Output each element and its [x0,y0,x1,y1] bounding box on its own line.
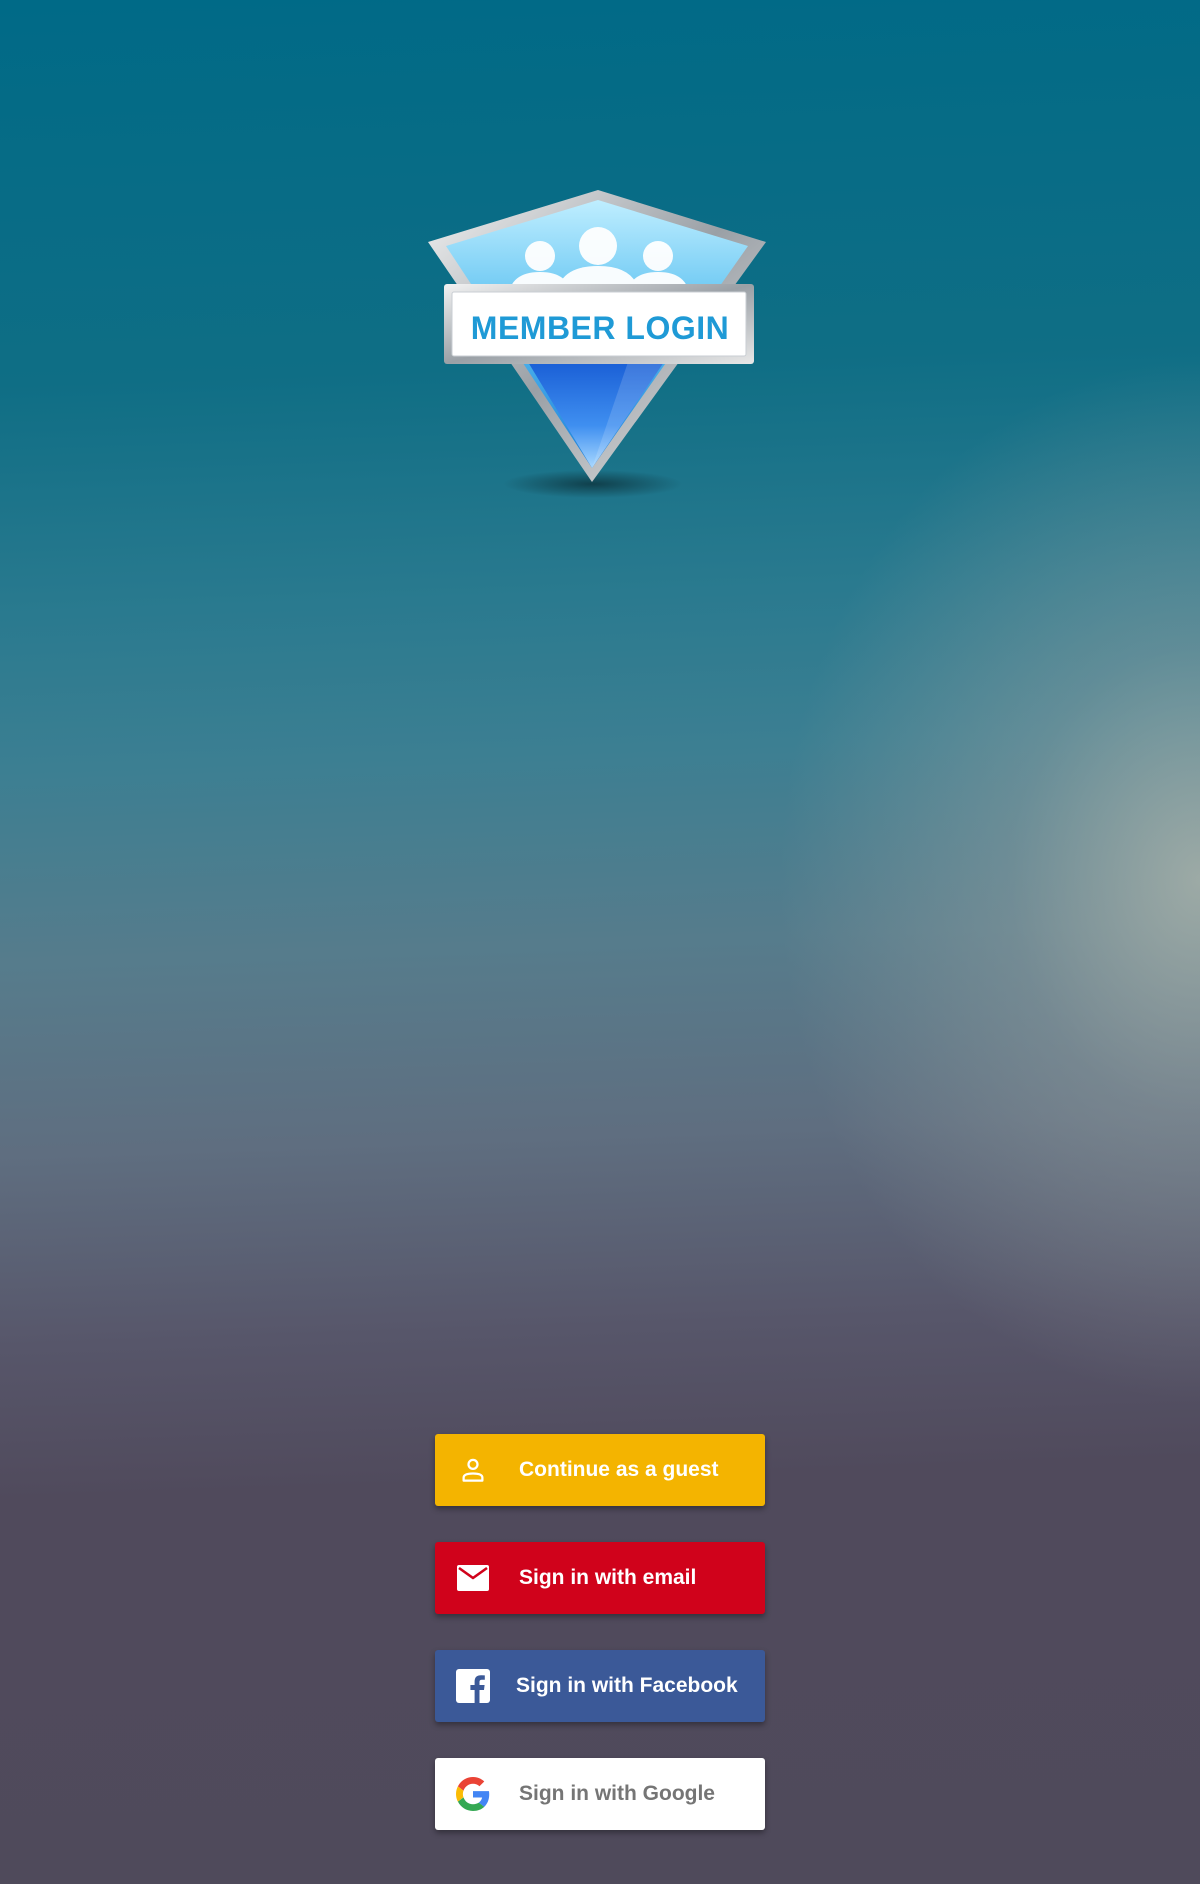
email-button-label: Sign in with email [519,1566,697,1589]
google-button-label: Sign in with Google [519,1782,715,1805]
sign-in-with-email-button[interactable]: Sign in with email [435,1542,765,1614]
guest-button-label: Continue as a guest [519,1458,719,1481]
sign-in-with-facebook-button[interactable]: Sign in with Facebook [435,1650,765,1722]
continue-as-guest-button[interactable]: Continue as a guest [435,1434,765,1506]
person-icon [455,1452,491,1488]
mail-icon [455,1560,491,1596]
google-icon [455,1776,491,1812]
member-login-logo: MEMBER LOGIN [428,186,768,506]
facebook-button-label: Sign in with Facebook [516,1674,738,1697]
sign-in-options: Continue as a guest Sign in with email S… [435,1434,765,1866]
facebook-icon [455,1668,491,1704]
logo-title: MEMBER LOGIN [470,310,730,346]
sign-in-with-google-button[interactable]: Sign in with Google [435,1758,765,1830]
